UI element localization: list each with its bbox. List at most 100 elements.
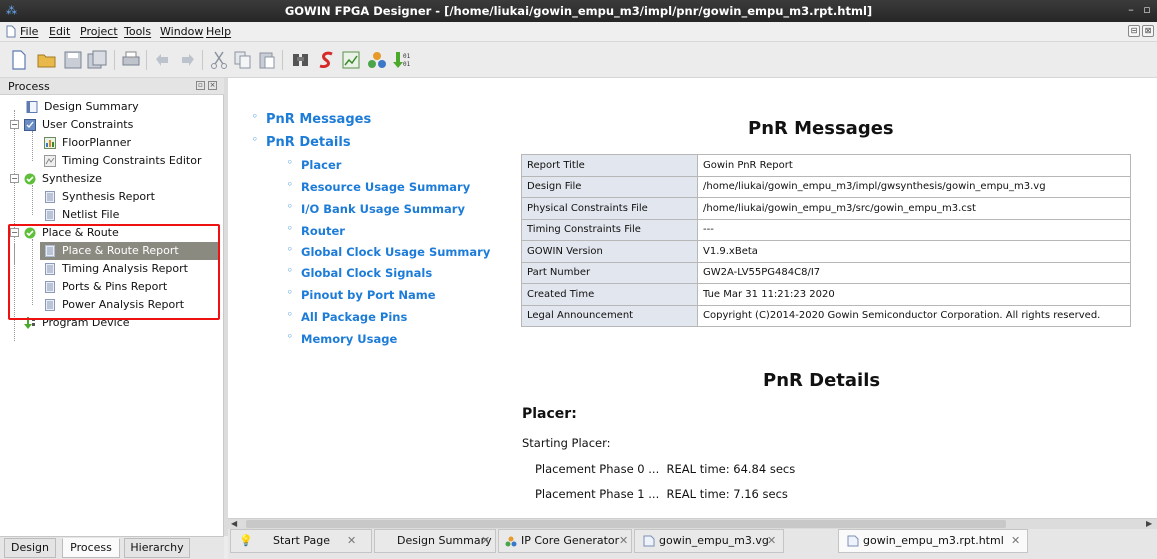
doc-tab-label: gowin_empu_m3.rpt.html (863, 534, 1004, 547)
find-icon[interactable] (290, 49, 312, 71)
panel-tab-bar: Design Process Hierarchy (0, 536, 224, 559)
tree-item-timing-constraints-editor[interactable]: Timing Constraints Editor (0, 152, 222, 170)
process-panel-header: Process ▫ × (0, 78, 224, 95)
tab-process[interactable]: Process (62, 538, 120, 558)
toc-link-global-clock-signals[interactable]: ◦ Global Clock Signals (287, 266, 432, 280)
table-row: Part Number GW2A-LV55PG484C8/I7 (521, 261, 1131, 284)
open-folder-icon[interactable] (36, 49, 58, 71)
paste-icon[interactable] (256, 49, 278, 71)
table-cell-key: Report Title (521, 154, 698, 177)
print-icon[interactable] (120, 49, 142, 71)
pnr-details-heading: PnR Details (763, 370, 881, 391)
toc-link-label: Resource Usage Summary (301, 180, 471, 194)
close-tab-icon[interactable]: ✕ (619, 530, 628, 552)
toc-link-label: Memory Usage (301, 332, 398, 346)
close-tab-icon[interactable]: ✕ (767, 530, 776, 552)
cut-icon[interactable] (208, 49, 230, 71)
table-cell-value: /home/liukai/gowin_empu_m3/impl/gwsynthe… (697, 175, 1131, 198)
collapse-icon[interactable]: − (10, 174, 19, 183)
tab-hierarchy[interactable]: Hierarchy (124, 538, 190, 558)
synthesize-icon[interactable] (316, 49, 338, 71)
tree-item-user-constraints[interactable]: − User Constraints (0, 116, 222, 134)
bullet-icon: ◦ (252, 112, 258, 122)
collapse-icon[interactable]: − (10, 120, 19, 129)
horizontal-scrollbar[interactable]: ◀ ▶ (228, 518, 1157, 529)
table-cell-key: Part Number (521, 261, 698, 284)
table-row: Physical Constraints File/home/liukai/go… (521, 197, 1131, 220)
doc-tab-label: gowin_empu_m3.vg (659, 534, 769, 547)
doc-tab-rpt-html[interactable]: gowin_empu_m3.rpt.html ✕ (838, 529, 1028, 553)
menu-edit[interactable]: Edit (49, 25, 70, 38)
menu-project[interactable]: Project (80, 25, 118, 38)
placement-phase-1: Placement Phase 1 ... REAL time: 7.16 se… (535, 487, 788, 501)
copy-icon[interactable] (232, 49, 254, 71)
toc-link-all-package-pins[interactable]: ◦ All Package Pins (287, 310, 407, 324)
tree-item-synthesize[interactable]: − Synthesize (0, 170, 222, 188)
table-row: Timing Constraints File --- (521, 218, 1131, 241)
table-cell-key: Timing Constraints File (521, 218, 698, 241)
title-bar: ⁂ GOWIN FPGA Designer - [/home/liukai/go… (0, 0, 1157, 22)
bullet-icon: ◦ (287, 332, 293, 342)
document-tab-bar: 💡 Start Page ✕ Design Summary ✕ IP Core … (228, 529, 1157, 559)
tree-item-label: User Constraints (42, 118, 134, 131)
doc-tab-ip-core-generator[interactable]: IP Core Generator ✕ (498, 529, 632, 553)
undo-icon[interactable] (152, 49, 174, 71)
tree-item-netlist-file[interactable]: Netlist File (0, 206, 222, 224)
table-row: GOWIN Version V1.9.xBeta (521, 240, 1131, 263)
menu-file[interactable]: File (20, 25, 38, 38)
doc-tab-label: IP Core Generator (521, 534, 620, 547)
process-panel-title: Process (8, 80, 50, 93)
toc-link-pnr-messages[interactable]: ◦ PnR Messages (252, 112, 371, 127)
tab-design[interactable]: Design (4, 538, 56, 558)
bullet-icon: ◦ (287, 224, 293, 234)
scroll-right-icon[interactable]: ▶ (1146, 519, 1152, 529)
close-tab-icon[interactable]: ✕ (481, 530, 490, 552)
bullet-icon: ◦ (287, 180, 293, 190)
panel-float-icon[interactable]: ▫ (196, 81, 205, 90)
ip-core-icon[interactable] (366, 49, 388, 71)
report-doc-icon (45, 191, 55, 203)
doc-tab-design-summary[interactable]: Design Summary ✕ (374, 529, 496, 553)
close-tab-icon[interactable]: ✕ (1011, 530, 1020, 552)
doc-tab-vg-file[interactable]: gowin_empu_m3.vg ✕ (634, 529, 784, 553)
lightbulb-icon: 💡 (239, 534, 253, 547)
new-file-icon[interactable] (8, 49, 30, 71)
redo-icon[interactable] (176, 49, 198, 71)
table-row: Design File/home/liukai/gowin_empu_m3/im… (521, 175, 1131, 198)
tree-item-design-summary[interactable]: Design Summary (14, 98, 222, 116)
program-icon[interactable]: 0101 (390, 49, 412, 71)
toc-link-placer[interactable]: ◦ Placer (287, 158, 342, 172)
toc-link-global-clock-usage-summary[interactable]: ◦ Global Clock Usage Summary (287, 245, 490, 259)
tree-item-synthesis-report[interactable]: Synthesis Report (0, 188, 222, 206)
toc-link-resource-usage-summary[interactable]: ◦ Resource Usage Summary (287, 180, 471, 194)
save-icon[interactable] (62, 49, 84, 71)
toolbar-separator (114, 50, 115, 70)
close-tab-icon[interactable]: ✕ (347, 530, 356, 552)
toc-link-pinout-by-port-name[interactable]: ◦ Pinout by Port Name (287, 288, 436, 302)
panel-close-icon[interactable]: × (208, 81, 217, 90)
toc-link-io-bank-usage-summary[interactable]: ◦ I/O Bank Usage Summary (287, 202, 465, 216)
menu-window[interactable]: Window (160, 25, 203, 38)
bullet-icon: ◦ (287, 288, 293, 298)
bullet-icon: ◦ (287, 266, 293, 276)
scroll-left-icon[interactable]: ◀ (231, 519, 237, 529)
toolbar-separator (146, 50, 147, 70)
doc-tab-start-page[interactable]: 💡 Start Page ✕ (230, 529, 372, 553)
toolbar-separator (202, 50, 203, 70)
toc-link-router[interactable]: ◦ Router (287, 224, 345, 238)
minimize-button[interactable]: – (1124, 3, 1138, 17)
toc-link-memory-usage[interactable]: ◦ Memory Usage (287, 332, 398, 346)
menu-tools[interactable]: Tools (124, 25, 151, 38)
table-cell-value: Gowin PnR Report (697, 154, 1131, 177)
bullet-icon: ◦ (287, 245, 293, 255)
scrollbar-thumb[interactable] (246, 520, 1006, 528)
maximize-button[interactable]: ▫ (1140, 3, 1154, 17)
tree-item-floorplanner[interactable]: FloorPlanner (0, 134, 222, 152)
floorplanner-icon[interactable] (340, 49, 362, 71)
toc-link-label: Placer (301, 158, 342, 172)
mdi-restore-icon[interactable]: ⊟ (1128, 25, 1140, 37)
save-all-icon[interactable] (86, 49, 108, 71)
toc-link-pnr-details[interactable]: ◦ PnR Details (252, 135, 351, 150)
mdi-close-icon[interactable]: ⊠ (1142, 25, 1154, 37)
menu-help[interactable]: Help (206, 25, 231, 38)
